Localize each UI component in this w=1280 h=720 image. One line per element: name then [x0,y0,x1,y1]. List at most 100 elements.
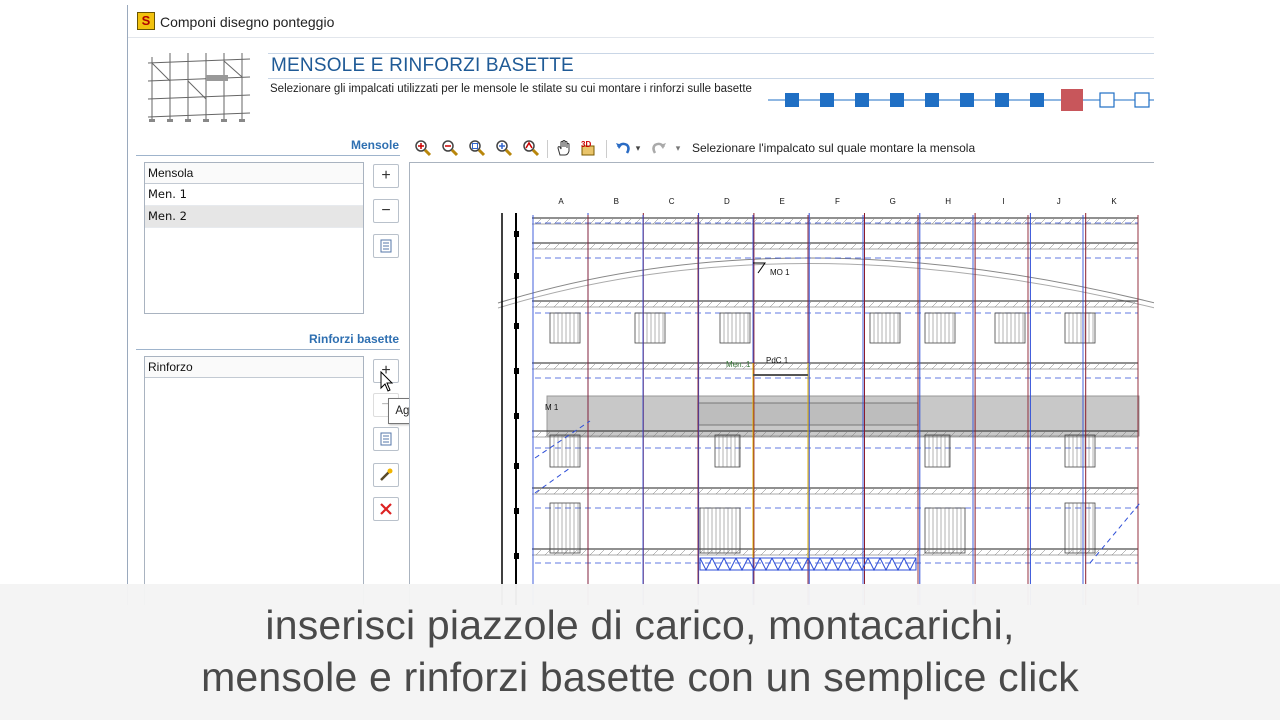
hatch [949,549,956,556]
hatch [805,243,812,250]
hatch [562,301,569,308]
hatch [1066,243,1073,250]
hatch [904,243,911,250]
hatch [616,301,623,308]
hatch [643,363,650,370]
hatch [1066,301,1073,308]
hatch [724,549,731,556]
rinforzi-list[interactable]: Rinforzo [144,356,364,605]
hatch [850,243,857,250]
delete-rinforzo-button[interactable] [373,497,399,521]
window [869,312,901,344]
remove-mensola-button[interactable]: − [373,199,399,223]
hatch [886,363,893,370]
hatch [733,549,740,556]
hatch [733,301,740,308]
plus-icon: + [381,167,391,184]
hatch [1111,243,1118,250]
properties-icon [380,432,392,446]
hatch [823,488,830,495]
hatch [742,549,749,556]
hatch [661,243,668,250]
add-mensola-button[interactable]: + [373,164,399,188]
hatch [652,243,659,250]
hatch [580,549,587,556]
scaffold-thumbnail [147,53,251,122]
hatch [940,363,947,370]
drawing-canvas[interactable]: A B C D E F G H I J K MO 1 Men. 1 PdC 1 M 1 [409,162,1154,605]
hatch [931,301,938,308]
zoom-previous-icon[interactable] [521,138,541,158]
undo-dropdown-chevron-icon[interactable]: ▾ [633,138,643,158]
hatch [1102,549,1109,556]
hatch [814,301,821,308]
hatch [589,243,596,250]
hatch [814,243,821,250]
undo-icon[interactable] [613,138,633,158]
mensole-section-label: Mensole [350,138,399,152]
hatch [742,243,749,250]
zoom-extents-icon[interactable] [494,138,514,158]
hatch [634,488,641,495]
column-labels: A B C D E F G H I J K [558,197,1117,206]
hatch [895,363,902,370]
mensole-list[interactable]: Mensola Men. 1 Men. 2 [144,162,364,314]
hatch [1057,488,1064,495]
hatch [652,363,659,370]
hatch [841,301,848,308]
hatch [994,301,1001,308]
zoom-in-icon[interactable] [413,138,433,158]
hatch [1003,488,1010,495]
hatch [652,549,659,556]
m1-label: M 1 [545,403,559,412]
hatch [778,549,785,556]
mensola-properties-button[interactable] [373,234,399,258]
hatch [940,301,947,308]
column-label: K [1111,197,1117,206]
hatch [625,488,632,495]
list-item[interactable]: Men. 1 [145,184,363,206]
hatch [832,549,839,556]
window [549,502,581,554]
view-3d-icon[interactable]: 3D [579,138,599,158]
hatch [904,301,911,308]
hatch [1048,549,1055,556]
hatch [715,301,722,308]
redo-icon[interactable] [649,138,669,158]
hatch [544,549,551,556]
rinforzo-properties-button[interactable] [373,427,399,451]
hatch [1111,363,1118,370]
wizard-progress [768,89,1154,111]
hatch [958,549,965,556]
hatch [643,243,650,250]
hatch [670,243,677,250]
hatch [976,488,983,495]
hatch [760,243,767,250]
hatch [877,301,884,308]
hatch [922,363,929,370]
hatch [994,243,1001,250]
pan-hand-icon[interactable] [554,138,574,158]
step-description: Selezionare gli impalcati utilizzati per… [270,83,752,95]
step-marker-done [890,93,904,107]
hatch [976,549,983,556]
zoom-out-icon[interactable] [440,138,460,158]
hatch [625,301,632,308]
minus-icon: − [381,202,391,219]
hatch [868,363,875,370]
hatch [1030,243,1037,250]
hatch [769,488,776,495]
facade-elevation[interactable]: A B C D E F G H I J K MO 1 Men. 1 PdC 1 M 1 [410,163,1154,605]
hatch [895,301,902,308]
hatch [1003,301,1010,308]
zoom-window-icon[interactable] [467,138,487,158]
pick-rinforzo-button[interactable] [373,463,399,487]
list-item[interactable]: Men. 2 [145,206,363,228]
hatch [544,488,551,495]
hatch [1075,243,1082,250]
hatch [778,488,785,495]
hatch [580,488,587,495]
hatch [652,301,659,308]
redo-dropdown-chevron-icon[interactable]: ▾ [673,138,683,158]
column-label: E [780,197,785,206]
